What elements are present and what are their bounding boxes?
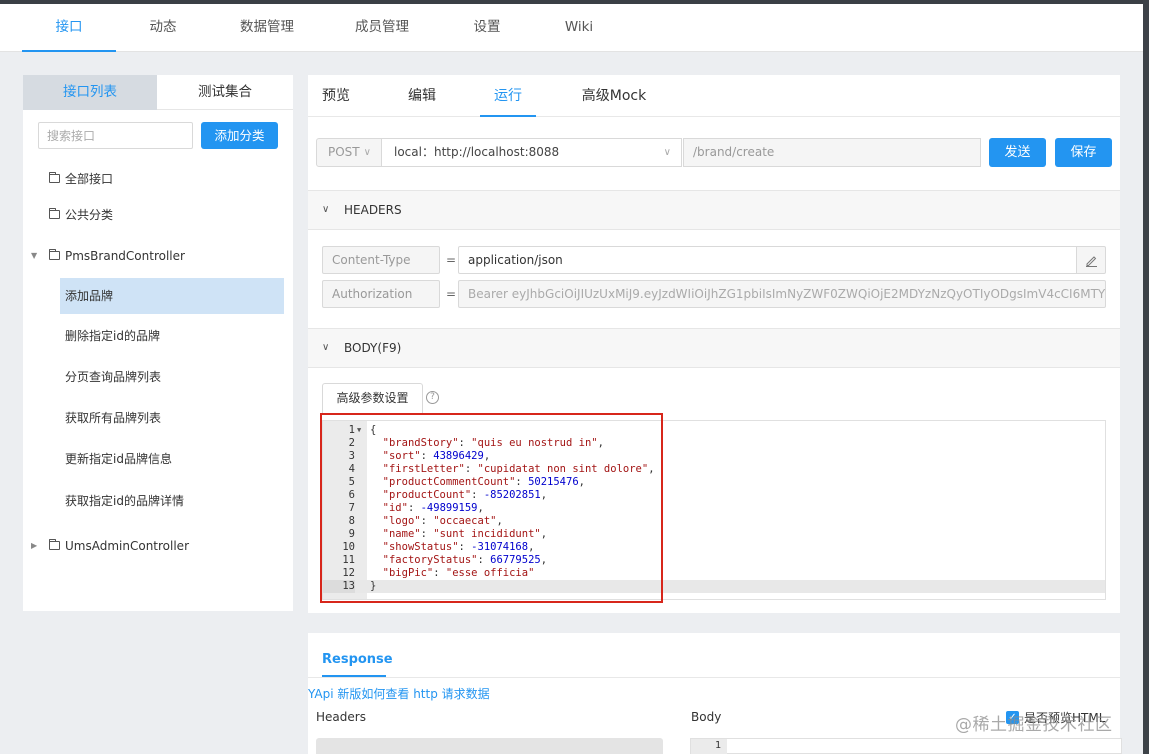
tab-run[interactable]: 运行: [480, 75, 536, 117]
response-body-editor[interactable]: 1: [690, 738, 1122, 754]
interface-item-page-brand[interactable]: 分页查询品牌列表: [60, 359, 284, 395]
tree-all-interfaces[interactable]: 全部接口: [23, 162, 293, 196]
header-key-content-type[interactable]: Content-Type: [322, 246, 440, 274]
chevron-down-icon: ∨: [322, 204, 330, 215]
tab-edit[interactable]: 编辑: [400, 75, 444, 117]
tab-preview[interactable]: 预览: [314, 75, 358, 117]
tree-pms-brand-controller[interactable]: ▼ PmsBrandController: [23, 239, 293, 273]
header-value-authorization[interactable]: Bearer eyJhbGciOiJIUzUxMiJ9.eyJzdWIiOiJh…: [458, 280, 1106, 308]
tree-label: UmsAdminController: [65, 539, 189, 553]
folder-icon: [49, 172, 60, 183]
top-tab-data[interactable]: 数据管理: [228, 4, 306, 52]
folder-open-icon: [49, 249, 60, 260]
interface-item-add-brand[interactable]: 添加品牌: [60, 278, 284, 314]
tab-advanced-mock[interactable]: 高级Mock: [574, 75, 654, 117]
response-headers-editor[interactable]: [316, 738, 663, 754]
header-equals: =: [445, 253, 457, 267]
divider: [308, 677, 1120, 678]
tab-test-collection[interactable]: 测试集合: [157, 75, 293, 110]
section-separator: [308, 613, 1120, 633]
interface-item-update-brand[interactable]: 更新指定id品牌信息: [60, 441, 284, 477]
chevron-down-icon: ∨: [663, 147, 671, 158]
header-key-authorization[interactable]: Authorization: [322, 280, 440, 308]
response-body-label: Body: [691, 710, 722, 724]
tree-public-category[interactable]: 公共分类: [23, 198, 293, 232]
watermark: @稀土掘金技术社区: [955, 715, 1113, 735]
top-tab-settings[interactable]: 设置: [458, 4, 516, 52]
line-number: 1: [691, 739, 727, 754]
edit-header-button[interactable]: [1076, 246, 1106, 274]
interface-item-delete-brand[interactable]: 删除指定id的品牌: [60, 318, 284, 354]
headers-title: HEADERS: [344, 203, 402, 217]
caret-right-icon[interactable]: ▶: [31, 529, 37, 563]
interface-sidebar: 接口列表 测试集合 添加分类 全部接口 公共分类 ▼ PmsBrandContr…: [23, 75, 293, 611]
top-tab-activity[interactable]: 动态: [132, 4, 194, 52]
interface-item-list-brand[interactable]: 获取所有品牌列表: [60, 400, 284, 436]
add-category-button[interactable]: 添加分类: [201, 122, 278, 149]
environment-value: local：http://localhost:8088: [394, 145, 560, 159]
search-interface-input[interactable]: [38, 122, 193, 149]
interface-tabs: 预览 编辑 运行 高级Mock: [308, 75, 1120, 117]
headers-section-header[interactable]: ∨ HEADERS: [308, 190, 1120, 230]
question-icon[interactable]: ?: [426, 391, 439, 404]
folder-icon: [49, 539, 60, 550]
send-button[interactable]: 发送: [989, 138, 1046, 167]
request-path-field[interactable]: /brand/create: [683, 138, 981, 167]
chevron-down-icon: ∨: [363, 147, 371, 158]
chevron-down-icon: ∨: [322, 342, 330, 353]
tab-interface-list[interactable]: 接口列表: [23, 75, 157, 110]
yapi-help-link[interactable]: YApi 新版如何查看 http 请求数据: [308, 685, 490, 702]
body-section-header[interactable]: ∨ BODY(F9): [308, 328, 1120, 368]
sidebar-tabs: 接口列表 测试集合: [23, 75, 293, 110]
top-navigation: 接口 动态 数据管理 成员管理 设置 Wiki: [0, 4, 1143, 52]
header-equals: =: [445, 287, 457, 301]
folder-icon: [49, 208, 60, 219]
window-right-scrollbar[interactable]: [1143, 0, 1149, 754]
caret-down-icon[interactable]: ▼: [31, 239, 37, 273]
header-value-content-type[interactable]: application/json: [458, 246, 1078, 274]
tree-label: 公共分类: [65, 208, 114, 222]
advanced-params-tab[interactable]: 高级参数设置: [322, 383, 423, 413]
environment-select[interactable]: local：http://localhost:8088 ∨: [382, 138, 682, 167]
save-button[interactable]: 保存: [1055, 138, 1112, 167]
tree-label: PmsBrandController: [65, 249, 185, 263]
pencil-icon: [1086, 256, 1097, 267]
top-tab-interface[interactable]: 接口: [22, 4, 116, 52]
highlight-annotation-box: [320, 413, 663, 603]
method-select[interactable]: POST ∨: [316, 138, 382, 167]
tab-response[interactable]: Response: [322, 645, 393, 677]
body-title: BODY(F9): [344, 341, 402, 355]
method-value: POST: [328, 145, 360, 159]
top-tab-members[interactable]: 成员管理: [342, 4, 422, 52]
tree-label: 全部接口: [65, 172, 114, 186]
top-tab-wiki[interactable]: Wiki: [555, 4, 603, 52]
response-headers-label: Headers: [316, 710, 366, 724]
interface-item-brand-detail[interactable]: 获取指定id的品牌详情: [60, 483, 284, 519]
tree-ums-admin-controller[interactable]: ▶ UmsAdminController: [23, 529, 293, 563]
